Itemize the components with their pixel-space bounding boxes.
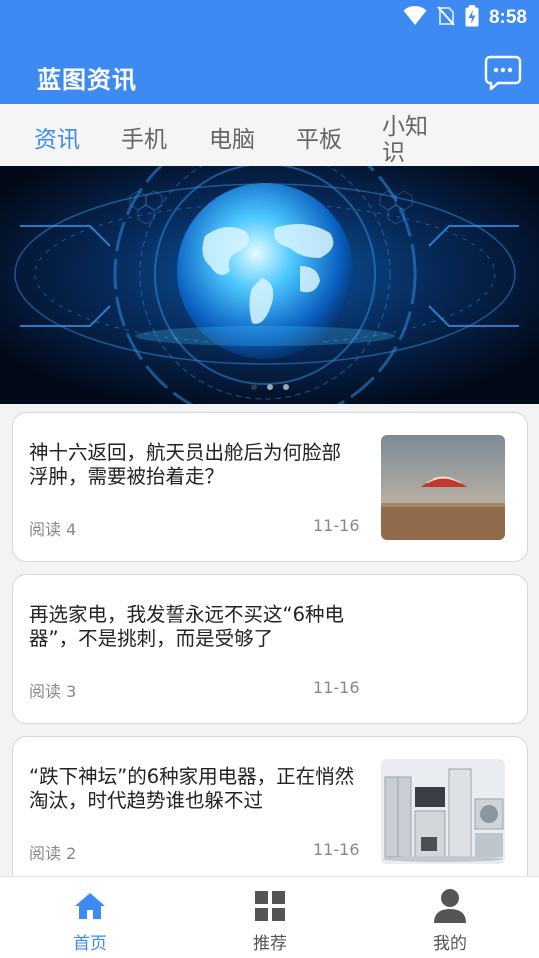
tab-news[interactable]: 资讯 xyxy=(34,120,80,154)
article-thumbnail xyxy=(381,435,505,540)
user-icon xyxy=(433,889,467,923)
nav-recommend[interactable]: 推荐 xyxy=(210,877,330,958)
tab-computer[interactable]: 电脑 xyxy=(209,120,255,154)
article-title: 再选家电，我发誓永远不买这“6种电器”，不是挑刺，而是受够了 xyxy=(29,603,345,650)
bottom-navigation: 首页 推荐 我的 xyxy=(0,876,539,958)
article-read-count: 阅读 4 xyxy=(29,520,77,539)
article-title: 神十六返回，航天员出舱后为何脸部浮肿，需要被抬着走？ xyxy=(29,441,342,488)
home-appliances-image xyxy=(381,759,505,864)
tab-tips[interactable]: 小知识 xyxy=(382,114,432,164)
nav-profile[interactable]: 我的 xyxy=(390,877,510,958)
nav-home-label: 首页 xyxy=(73,934,107,954)
article-read-count: 阅读 3 xyxy=(29,682,77,701)
category-tabs: 资讯 手机 电脑 平板 小知识 xyxy=(0,104,539,166)
tab-tablet[interactable]: 平板 xyxy=(296,120,342,154)
banner-carousel[interactable] xyxy=(0,166,539,404)
home-icon xyxy=(74,889,106,923)
battery-charging-icon xyxy=(465,5,479,31)
carousel-dot[interactable] xyxy=(266,384,273,390)
status-bar: 8:58 xyxy=(403,5,527,31)
article-read-count: 阅读 2 xyxy=(29,844,77,863)
wifi-icon xyxy=(403,6,427,30)
nav-home[interactable]: 首页 xyxy=(30,877,150,958)
nav-profile-label: 我的 xyxy=(433,934,467,954)
app-header: 8:58 蓝图资讯 xyxy=(0,0,539,104)
chat-bubble-icon xyxy=(484,55,522,95)
article-card[interactable]: 神十六返回，航天员出舱后为何脸部浮肿，需要被抬着走？ 阅读 4 11-16 xyxy=(12,412,528,562)
carousel-dot[interactable] xyxy=(282,384,289,390)
article-date: 11-16 xyxy=(313,678,360,697)
nav-recommend-label: 推荐 xyxy=(253,934,287,954)
no-sim-icon xyxy=(437,6,455,30)
article-thumbnail xyxy=(381,759,505,864)
tab-phone[interactable]: 手机 xyxy=(121,120,167,154)
article-card[interactable]: “跌下神坛”的6种家用电器，正在悄然淘汰，时代趋势谁也躲不过 阅读 2 11-1… xyxy=(12,736,528,896)
globe-tech-image xyxy=(0,166,539,404)
carousel-dot[interactable] xyxy=(250,384,257,390)
capsule-landing-image xyxy=(381,435,505,540)
article-card[interactable]: 再选家电，我发誓永远不买这“6种电器”，不是挑刺，而是受够了 阅读 3 11-1… xyxy=(12,574,528,724)
carousel-indicator xyxy=(0,384,539,390)
article-title: “跌下神坛”的6种家用电器，正在悄然淘汰，时代趋势谁也躲不过 xyxy=(29,765,355,812)
article-date: 11-16 xyxy=(313,840,360,859)
app-title: 蓝图资讯 xyxy=(37,66,137,94)
article-date: 11-16 xyxy=(313,516,360,535)
message-button[interactable] xyxy=(483,55,523,95)
grid-icon xyxy=(255,889,285,923)
status-time: 8:58 xyxy=(488,7,527,28)
